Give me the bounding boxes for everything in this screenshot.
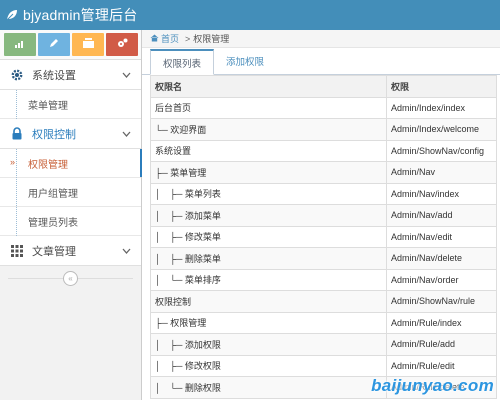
double-angle-right-icon: » xyxy=(10,157,16,167)
breadcrumb: 首页 > 权限管理 xyxy=(142,30,500,48)
table-row: │ ├─ 删除菜单 Admin/Nav/delete xyxy=(150,247,497,270)
table-row: │ ├─ 添加权限 Admin/Rule/add xyxy=(150,333,497,356)
app-title[interactable]: bjyadmin管理后台 xyxy=(23,5,137,25)
shortcut-settings-button[interactable] xyxy=(106,33,138,56)
cell-permission-rule: Admin/Rule/index xyxy=(386,311,497,334)
double-angle-left-icon: « xyxy=(68,274,73,283)
cell-permission-rule: Admin/Nav/index xyxy=(386,182,497,205)
cell-permission-name: │ ├─ 修改菜单 xyxy=(150,225,387,248)
cell-permission-rule: Admin/Nav/add xyxy=(386,204,497,227)
chevron-down-icon xyxy=(122,128,131,140)
shortcut-stats-button[interactable] xyxy=(4,33,36,56)
cell-permission-name: │ └─ 菜单排序 xyxy=(150,268,387,291)
cell-permission-rule: Admin/Index/index xyxy=(386,96,497,119)
table-row: │ ├─ 修改菜单 Admin/Nav/edit xyxy=(150,225,497,248)
sidebar-group-access-control[interactable]: 权限控制 xyxy=(0,119,141,149)
column-header-rule: 权限 xyxy=(386,75,497,98)
cell-permission-rule: Admin/Nav/delete xyxy=(386,247,497,270)
sidebar-collapse-button[interactable]: « xyxy=(63,271,78,286)
leaf-icon xyxy=(6,9,18,21)
table-header-row: 权限名 权限 xyxy=(150,75,497,98)
permission-table: 权限名 权限 后台首页 Admin/Index/index └─ 欢迎界面 Admin… xyxy=(150,75,497,399)
table-row: 系统设置 Admin/ShowNav/config xyxy=(150,139,497,162)
sidebar-group-label: 文章管理 xyxy=(32,245,76,258)
breadcrumb-separator: > xyxy=(185,33,191,44)
cell-permission-name: │ ├─ 添加权限 xyxy=(150,333,387,356)
sidebar-group-label: 权限控制 xyxy=(32,128,76,141)
table-row: │ └─ 菜单排序 Admin/Nav/order xyxy=(150,268,497,291)
column-header-name: 权限名 xyxy=(150,75,387,98)
table-row: │ ├─ 菜单列表 Admin/Nav/index xyxy=(150,182,497,205)
table-row: 后台首页 Admin/Index/index xyxy=(150,96,497,119)
table-row: 权限控制 Admin/ShowNav/rule xyxy=(150,290,497,313)
pencil-icon xyxy=(49,38,59,51)
cell-permission-rule: Admin/Nav/order xyxy=(386,268,497,291)
sidebar-group-label: 系统设置 xyxy=(32,69,76,82)
sidebar-item-label: 用户组管理 xyxy=(28,188,78,200)
cell-permission-name: ├─ 菜单管理 xyxy=(150,161,387,184)
cell-permission-rule: Admin/Rule/add xyxy=(386,333,497,356)
sidebar-collapse: « xyxy=(0,266,141,290)
cell-permission-name: 系统设置 xyxy=(150,139,387,162)
cell-permission-rule: Admin/Nav/edit xyxy=(386,225,497,248)
table-row: ├─ 菜单管理 Admin/Nav xyxy=(150,161,497,184)
tab-bar: 权限列表 添加权限 xyxy=(142,48,500,75)
sidebar-submenu-access-control: » 权限管理 用户组管理 管理员列表 xyxy=(0,149,142,236)
sidebar-shortcuts xyxy=(0,30,141,60)
sidebar-item-permission-management[interactable]: » 权限管理 xyxy=(0,149,142,178)
cell-permission-rule: Admin/Index/welcome xyxy=(386,118,497,141)
cell-permission-name: │ ├─ 删除菜单 xyxy=(150,247,387,270)
cell-permission-name: │ └─ 删除权限 xyxy=(150,376,387,399)
shortcut-users-button[interactable] xyxy=(72,33,104,56)
table-row: ├─ 权限管理 Admin/Rule/index xyxy=(150,311,497,334)
sidebar-group-system-settings[interactable]: 系统设置 xyxy=(0,60,141,90)
shortcut-edit-button[interactable] xyxy=(38,33,70,56)
table-row: └─ 欢迎界面 Admin/Index/welcome xyxy=(150,118,497,141)
cell-permission-name: │ ├─ 菜单列表 xyxy=(150,182,387,205)
cogs-icon xyxy=(117,38,128,51)
sidebar-item-label: 管理员列表 xyxy=(28,217,78,229)
chevron-down-icon xyxy=(122,245,131,257)
sidebar-item-user-group-management[interactable]: 用户组管理 xyxy=(0,178,141,207)
cell-permission-rule: Admin/ShowNav/config xyxy=(386,139,497,162)
table-row: │ ├─ 添加菜单 Admin/Nav/add xyxy=(150,204,497,227)
sidebar-item-label: 菜单管理 xyxy=(28,100,68,112)
watermark: baijunyao.com xyxy=(371,376,494,395)
cell-permission-name: 后台首页 xyxy=(150,96,387,119)
gear-icon xyxy=(10,69,24,81)
sidebar-item-admin-list[interactable]: 管理员列表 xyxy=(0,207,141,236)
home-icon xyxy=(150,34,159,44)
sidebar-item-label: 权限管理 xyxy=(28,159,68,171)
breadcrumb-current: 权限管理 xyxy=(193,34,230,44)
table-row: │ ├─ 修改权限 Admin/Rule/edit xyxy=(150,354,497,377)
sidebar: 系统设置 菜单管理 权限控制 » 权限管理 用户组管理 管理员列表 文章管理 « xyxy=(0,30,142,400)
cell-permission-name: └─ 欢迎界面 xyxy=(150,118,387,141)
cell-permission-name: │ ├─ 添加菜单 xyxy=(150,204,387,227)
group-icon xyxy=(82,38,94,51)
grid-icon xyxy=(10,244,24,257)
breadcrumb-home-link[interactable]: 首页 xyxy=(161,32,179,45)
lock-icon xyxy=(10,127,24,140)
main-content: 首页 > 权限管理 权限列表 添加权限 权限名 权限 后台首页 Admin/Ind… xyxy=(142,30,500,400)
sidebar-item-menu-management[interactable]: 菜单管理 xyxy=(0,90,141,119)
cell-permission-rule: Admin/ShowNav/rule xyxy=(386,290,497,313)
top-navbar: bjyadmin管理后台 xyxy=(0,0,500,30)
tab-permission-list[interactable]: 权限列表 xyxy=(150,49,215,75)
tab-add-permission[interactable]: 添加权限 xyxy=(214,48,276,74)
sidebar-group-article-management[interactable]: 文章管理 xyxy=(0,236,141,266)
cell-permission-name: │ ├─ 修改权限 xyxy=(150,354,387,377)
cell-permission-rule: Admin/Nav xyxy=(386,161,497,184)
signal-icon xyxy=(15,39,25,51)
cell-permission-name: 权限控制 xyxy=(150,290,387,313)
sidebar-submenu-system-settings: 菜单管理 xyxy=(0,90,141,119)
chevron-down-icon xyxy=(122,69,131,81)
cell-permission-rule: Admin/Rule/edit xyxy=(386,354,497,377)
cell-permission-name: ├─ 权限管理 xyxy=(150,311,387,334)
